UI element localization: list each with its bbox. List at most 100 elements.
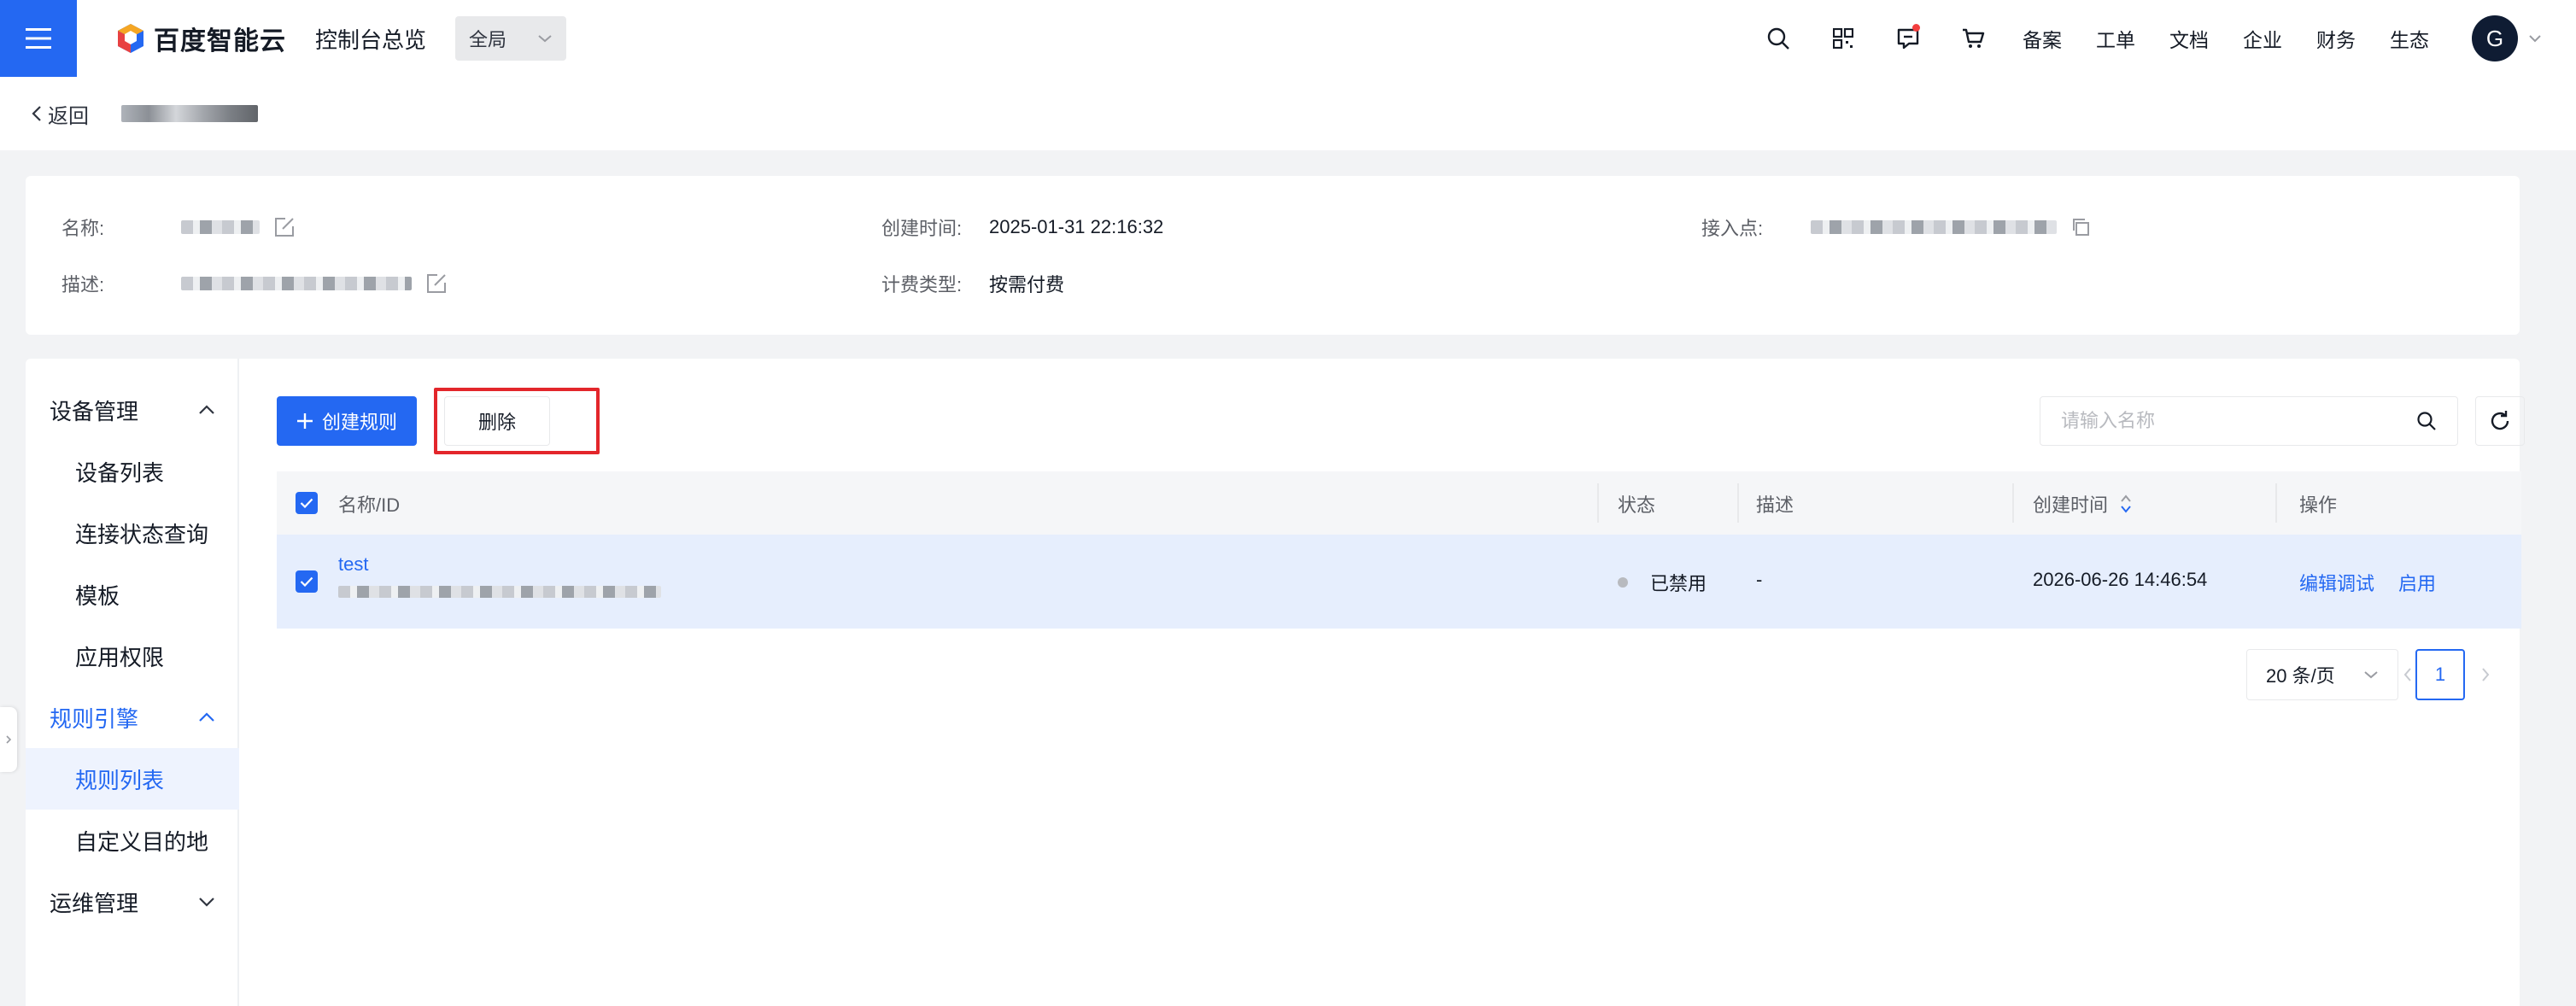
rule-id-blur	[338, 586, 661, 598]
column-divider	[1597, 483, 1599, 523]
search-icon[interactable]	[2416, 411, 2437, 431]
nav-link-finance[interactable]: 财务	[2316, 24, 2356, 53]
search-input[interactable]	[2061, 410, 2386, 432]
region-select[interactable]: 全局	[455, 16, 567, 61]
sidebar-item-connection-status[interactable]: 连接状态查询	[26, 502, 239, 564]
column-header-actions: 操作	[2299, 494, 2338, 516]
column-header-created[interactable]: 创建时间	[2033, 490, 2132, 518]
chevron-down-icon	[538, 35, 552, 43]
pagination: 20 条/页 1	[277, 649, 2521, 700]
sidebar-item-app-permissions[interactable]: 应用权限	[26, 625, 239, 687]
status-badge: 已禁用	[1618, 569, 1707, 596]
billing-label: 计费类型:	[881, 274, 963, 295]
name-value-redacted	[181, 220, 260, 234]
select-all-checkbox[interactable]	[296, 492, 318, 514]
sidebar-group-label: 规则引擎	[50, 705, 139, 732]
sidebar-group-label: 运维管理	[50, 890, 139, 916]
page-size-value: 20 条/页	[2266, 665, 2335, 687]
search-icon	[1767, 27, 1789, 50]
check-icon	[300, 498, 313, 508]
rule-name: test	[338, 553, 369, 575]
column-divider	[1737, 483, 1739, 523]
create-rule-button[interactable]: 创建规则	[277, 396, 417, 446]
avatar[interactable]: G	[2472, 15, 2518, 61]
nav-link-docs[interactable]: 文档	[2169, 24, 2209, 53]
check-icon	[300, 576, 313, 587]
delete-highlight-box: 删除	[434, 388, 600, 454]
search-button[interactable]	[1746, 0, 1811, 77]
cart-button[interactable]	[1941, 0, 2005, 77]
chevron-left-icon	[32, 106, 41, 121]
desc-value-redacted	[181, 277, 412, 290]
created-value: 2025-01-31 22:16:32	[989, 216, 1164, 237]
endpoint-value-redacted	[1811, 220, 2057, 234]
checkbox-checked	[296, 570, 318, 593]
qrcode-button[interactable]	[1811, 0, 1876, 77]
plus-icon	[296, 413, 313, 429]
sidebar-group-rule-engine[interactable]: 规则引擎	[26, 687, 239, 748]
info-created-time: 创建时间: 2025-01-31 22:16:32	[881, 213, 1163, 241]
rule-name-link[interactable]: test	[338, 553, 368, 576]
chevron-up-icon	[199, 712, 214, 722]
chevron-down-icon[interactable]	[2528, 34, 2542, 43]
menu-button[interactable]	[0, 0, 77, 77]
sort-icon	[2121, 494, 2131, 513]
chevron-left-icon	[2403, 668, 2411, 681]
chevron-right-icon	[6, 735, 12, 744]
hamburger-icon	[26, 28, 51, 49]
table-row: test 已禁用 - 2026-06-26 14:46:54 编辑调试 启用	[277, 535, 2521, 629]
nav-link-tickets[interactable]: 工单	[2096, 24, 2135, 53]
sidebar-item-device-list[interactable]: 设备列表	[26, 441, 239, 502]
brand-name: 百度智能云	[154, 27, 286, 56]
desc-label: 描述:	[61, 274, 105, 295]
prev-page-button[interactable]	[2400, 649, 2415, 700]
qrcode-icon	[1833, 28, 1853, 49]
edit-icon[interactable]	[273, 216, 296, 238]
sidebar-item-custom-destination[interactable]: 自定义目的地	[26, 810, 239, 871]
sidebar-group-device-management[interactable]: 设备管理	[26, 379, 239, 441]
action-enable[interactable]: 启用	[2398, 569, 2436, 596]
chevron-right-icon	[2482, 668, 2490, 681]
create-rule-label: 创建规则	[321, 412, 397, 433]
nav-link-enterprise[interactable]: 企业	[2243, 24, 2282, 53]
page-number-current[interactable]: 1	[2415, 649, 2465, 700]
nav-link-ecosystem[interactable]: 生态	[2390, 24, 2429, 53]
page-size-select[interactable]: 20 条/页	[2246, 649, 2398, 700]
chevron-down-icon	[2364, 671, 2378, 679]
sidebar-group-ops-management[interactable]: 运维管理	[26, 871, 239, 933]
console-overview-link[interactable]: 控制台总览	[315, 23, 426, 55]
column-divider	[2275, 483, 2277, 523]
notification-dot	[1912, 24, 1920, 32]
sidebar-item-template[interactable]: 模板	[26, 564, 239, 625]
search-box	[2040, 396, 2458, 446]
messages-button[interactable]	[1876, 0, 1941, 77]
column-header-created-label: 创建时间	[2033, 494, 2109, 516]
back-button[interactable]: 返回	[31, 99, 89, 129]
created-label: 创建时间:	[881, 218, 963, 239]
brand-logo[interactable]: 百度智能云	[114, 20, 286, 57]
description-cell: -	[1756, 569, 1763, 590]
sidebar-item-rule-list[interactable]: 规则列表	[26, 748, 239, 810]
rules-table: 名称/ID 状态 描述 创建时间 操作 test 已禁用 - 2026-06-2…	[277, 471, 2521, 629]
checkbox-checked	[296, 492, 318, 514]
column-header-status: 状态	[1618, 494, 1656, 516]
nav-link-icp[interactable]: 备案	[2023, 24, 2062, 53]
action-edit-debug[interactable]: 编辑调试	[2299, 569, 2374, 596]
page-title-redacted	[121, 105, 258, 122]
copy-icon[interactable]	[2070, 217, 2091, 237]
row-checkbox[interactable]	[296, 570, 318, 593]
chevron-up-icon	[199, 405, 214, 414]
next-page-button[interactable]	[2468, 649, 2503, 700]
rule-id-redacted	[338, 586, 661, 598]
delete-button[interactable]: 删除	[444, 396, 550, 446]
sidebar: 设备管理 设备列表 连接状态查询 模板 应用权限 规则引擎 规则列表 自定义目的…	[26, 359, 239, 1006]
info-name: 名称:	[61, 213, 296, 241]
status-text: 已禁用	[1650, 573, 1707, 594]
back-label: 返回	[48, 104, 89, 128]
table-header: 名称/ID 状态 描述 创建时间 操作	[277, 471, 2521, 535]
sidebar-collapse-handle[interactable]	[0, 707, 17, 772]
detail-info-card: 名称: 描述: 创建时间: 2025-01-31 22:16:32 计费类型: …	[26, 176, 2520, 335]
column-header-description: 描述	[1756, 494, 1794, 516]
refresh-button[interactable]	[2475, 396, 2525, 446]
edit-icon[interactable]	[425, 272, 448, 295]
